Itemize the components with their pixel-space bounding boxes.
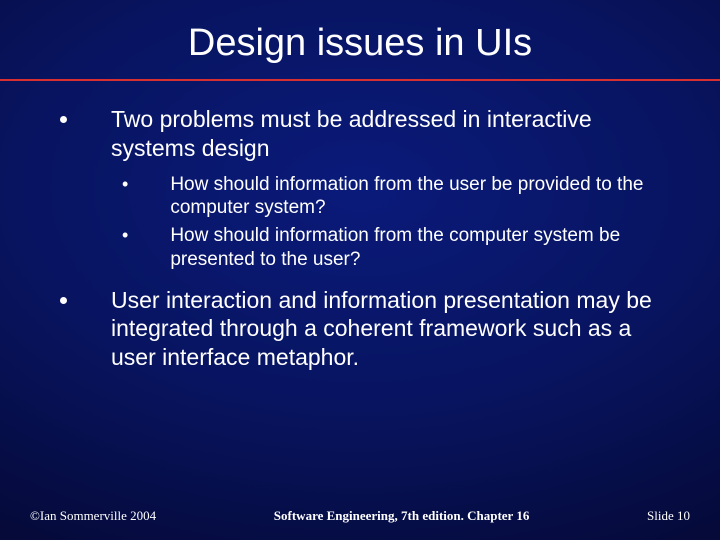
content-area: Two problems must be addressed in intera…: [0, 81, 720, 372]
bullet-dot-icon: [60, 116, 67, 123]
bullet-item: Two problems must be addressed in intera…: [50, 105, 670, 163]
bullet-text: User interaction and information present…: [111, 286, 670, 372]
slide-title: Design issues in UIs: [0, 22, 720, 65]
sub-bullet-dot-icon: •: [122, 225, 128, 247]
footer-book-title: Software Engineering, 7th edition. Chapt…: [274, 508, 530, 524]
title-area: Design issues in UIs: [0, 0, 720, 65]
sub-bullet-text: How should information from the computer…: [170, 224, 670, 272]
footer-copyright: ©Ian Sommerville 2004: [30, 508, 156, 524]
footer-slide-number: Slide 10: [647, 508, 690, 524]
sub-bullet-text: How should information from the user be …: [170, 173, 670, 221]
sub-bullet-dot-icon: •: [122, 174, 128, 196]
sub-bullet-item: • How should information from the user b…: [122, 173, 670, 221]
bullet-text: Two problems must be addressed in intera…: [111, 105, 670, 163]
bullet-dot-icon: [60, 297, 67, 304]
sub-bullet-item: • How should information from the comput…: [122, 224, 670, 272]
footer: ©Ian Sommerville 2004 Software Engineeri…: [0, 508, 720, 524]
bullet-item: User interaction and information present…: [50, 286, 670, 372]
